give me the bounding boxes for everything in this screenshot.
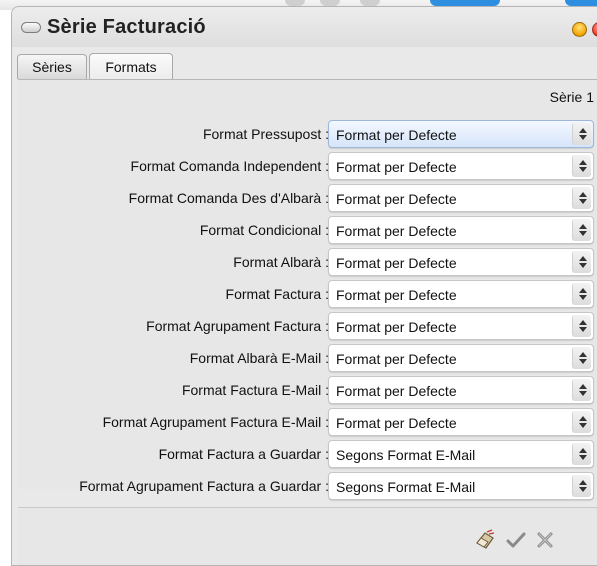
tab-bar: Sèries Formats — [12, 49, 597, 79]
form-row-format-comanda-des-albara: Format Comanda Des d'Albarà : Format per… — [18, 182, 597, 212]
field-label: Format Albarà E-Mail : — [189, 350, 329, 366]
field-label: Format Factura : — [225, 286, 329, 302]
form-row-format-albara: Format Albarà : Format per Defecte — [18, 246, 597, 276]
format-select[interactable]: Format per Defecte — [328, 376, 594, 404]
select-value: Format per Defecte — [336, 415, 457, 431]
field-label: Format Pressupost : — [202, 126, 329, 142]
eraser-icon[interactable] — [473, 528, 497, 552]
toolbar-toggle-button[interactable] — [21, 22, 41, 33]
updown-arrows-icon — [572, 379, 591, 401]
updown-arrows-icon — [572, 475, 591, 497]
field-label: Format Comanda Des d'Albarà : — [128, 190, 329, 206]
close-button[interactable] — [592, 22, 597, 37]
field-label: Format Agrupament Factura a Guardar : — [79, 478, 329, 494]
updown-arrows-icon — [572, 315, 591, 337]
updown-arrows-icon — [572, 123, 591, 145]
form-row-format-factura-email: Format Factura E-Mail : Format per Defec… — [18, 374, 597, 404]
tab-label: Formats — [105, 58, 157, 75]
updown-arrows-icon — [572, 187, 591, 209]
select-value: Format per Defecte — [336, 287, 457, 303]
select-value: Segons Format E-Mail — [336, 479, 476, 495]
serie-label: Sèrie 1 — [549, 89, 594, 105]
form-row-format-factura-guardar: Format Factura a Guardar : Segons Format… — [18, 438, 597, 468]
field-label: Format Agrupament Factura : — [146, 318, 329, 334]
select-value: Format per Defecte — [336, 191, 457, 207]
checkmark-icon[interactable] — [504, 528, 528, 552]
select-value: Format per Defecte — [336, 255, 457, 271]
format-select[interactable]: Format per Defecte — [328, 184, 594, 212]
format-select[interactable]: Segons Format E-Mail — [328, 440, 594, 468]
updown-arrows-icon — [572, 251, 591, 273]
updown-arrows-icon — [572, 155, 591, 177]
format-select[interactable]: Format per Defecte — [328, 408, 594, 436]
form-row-format-agrupament-factura: Format Agrupament Factura : Format per D… — [18, 310, 597, 340]
updown-arrows-icon — [572, 411, 591, 433]
form-row-format-factura: Format Factura : Format per Defecte — [18, 278, 597, 308]
field-label: Format Albarà : — [233, 254, 329, 270]
updown-arrows-icon — [572, 283, 591, 305]
select-value: Format per Defecte — [336, 319, 457, 335]
form-row-format-pressupost: Format Pressupost : Format per Defecte — [18, 118, 597, 148]
select-value: Format per Defecte — [336, 127, 457, 143]
field-label: Format Factura E-Mail : — [181, 382, 329, 398]
format-select[interactable]: Format per Defecte — [328, 248, 594, 276]
field-label: Format Comanda Independent : — [130, 158, 329, 174]
cancel-icon[interactable] — [533, 528, 557, 552]
select-value: Segons Format E-Mail — [336, 447, 476, 463]
form-row-format-condicional: Format Condicional : Format per Defecte — [18, 214, 597, 244]
form-row-format-agrupament-factura-email: Format Agrupament Factura E-Mail : Forma… — [18, 406, 597, 436]
field-label: Format Factura a Guardar : — [158, 446, 329, 462]
formats-panel: Sèrie 1 Format Pressupost : Format per D… — [18, 79, 597, 500]
format-select[interactable]: Format per Defecte — [328, 312, 594, 340]
field-label: Format Condicional : — [199, 222, 329, 238]
select-value: Format per Defecte — [336, 351, 457, 367]
form-row-format-comanda-independent: Format Comanda Independent : Format per … — [18, 150, 597, 180]
title-bar: Sèrie Facturació — [12, 7, 597, 47]
form-row-format-agrupament-factura-guardar: Format Agrupament Factura a Guardar : Se… — [18, 470, 597, 500]
select-value: Format per Defecte — [336, 159, 457, 175]
format-select[interactable]: Format per Defecte — [328, 216, 594, 244]
format-select[interactable]: Format per Defecte — [328, 280, 594, 308]
dialog-window: Sèrie Facturació Sèries Formats Sèrie 1 … — [11, 6, 597, 566]
format-select[interactable]: Format per Defecte — [328, 120, 594, 148]
updown-arrows-icon — [572, 219, 591, 241]
footer-bar — [18, 507, 597, 565]
minimize-button[interactable] — [572, 22, 587, 37]
tab-formats[interactable]: Formats — [89, 53, 173, 79]
tab-label: Sèries — [32, 59, 72, 75]
updown-arrows-icon — [572, 443, 591, 465]
format-select[interactable]: Format per Defecte — [328, 344, 594, 372]
format-select[interactable]: Segons Format E-Mail — [328, 472, 594, 500]
updown-arrows-icon — [572, 347, 591, 369]
field-label: Format Agrupament Factura E-Mail : — [102, 414, 329, 430]
tab-series[interactable]: Sèries — [17, 54, 87, 79]
form-row-format-albara-email: Format Albarà E-Mail : Format per Defect… — [18, 342, 597, 372]
window-title: Sèrie Facturació — [47, 16, 206, 38]
select-value: Format per Defecte — [336, 383, 457, 399]
format-select[interactable]: Format per Defecte — [328, 152, 594, 180]
select-value: Format per Defecte — [336, 223, 457, 239]
